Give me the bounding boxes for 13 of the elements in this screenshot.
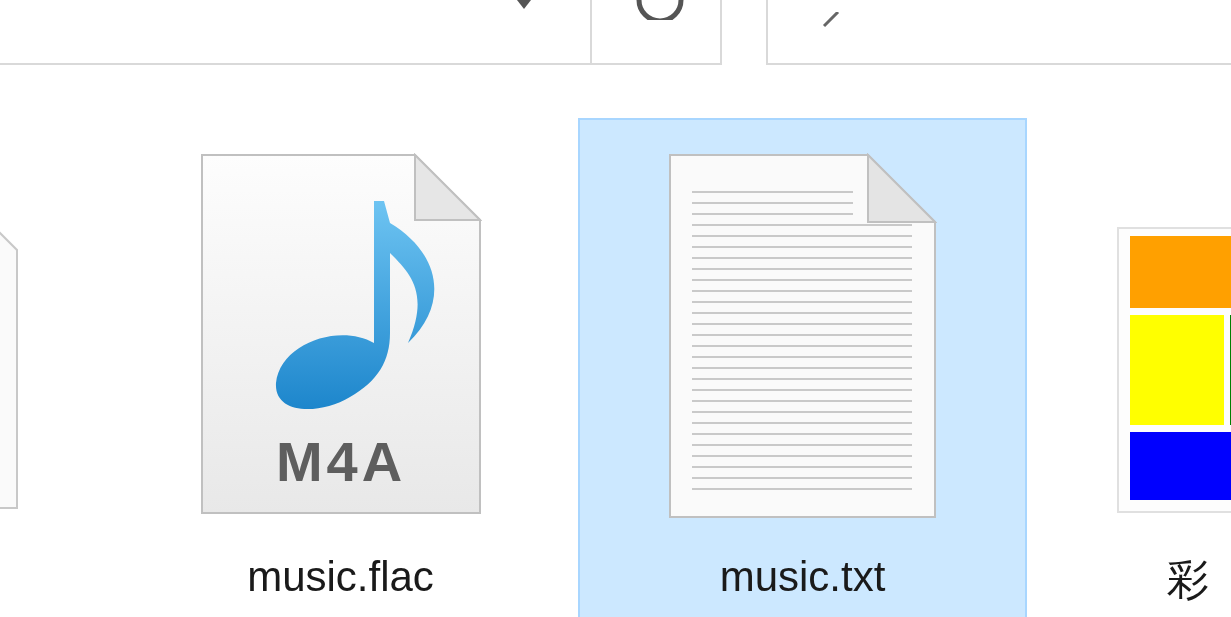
file-name: music.flac (247, 553, 434, 601)
search-icon (822, 12, 840, 28)
file-type-label: M4A (275, 430, 406, 493)
file-name: music.txt (719, 553, 886, 601)
file-item[interactable]: 彩 (1040, 118, 1231, 617)
search-field[interactable] (766, 0, 1231, 65)
file-item[interactable]: M4A music.flac (116, 118, 565, 617)
text-file-icon (668, 153, 937, 519)
file-item[interactable]: music.txt (578, 118, 1027, 617)
file-name: 彩 (1167, 555, 1209, 605)
refresh-button[interactable] (590, 0, 722, 65)
caret-icon (517, 0, 531, 9)
refresh-icon (635, 0, 685, 20)
